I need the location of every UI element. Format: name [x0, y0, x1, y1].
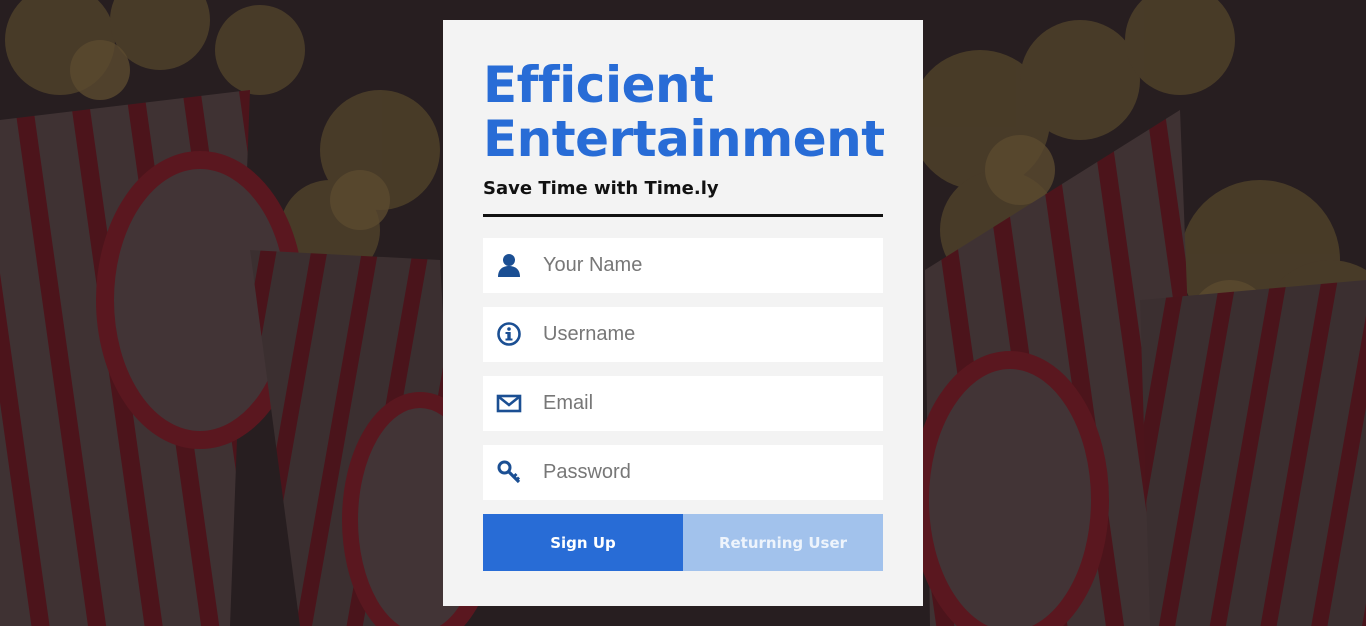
- info-icon: [496, 321, 522, 347]
- username-field[interactable]: [483, 307, 883, 362]
- key-icon: [496, 459, 522, 485]
- username-input[interactable]: [543, 307, 873, 362]
- signup-card: Efficient Entertainment Save Time with T…: [443, 20, 923, 606]
- email-input[interactable]: [543, 376, 873, 431]
- page-title: Efficient Entertainment: [483, 58, 903, 166]
- name-input[interactable]: [543, 238, 873, 293]
- password-field[interactable]: [483, 445, 883, 500]
- mail-icon: [496, 390, 522, 416]
- title-line-1: Efficient: [483, 56, 714, 114]
- tagline: Save Time with Time.ly: [483, 178, 719, 199]
- divider: [483, 214, 883, 217]
- returning-user-button[interactable]: Returning User: [683, 514, 883, 571]
- password-input[interactable]: [543, 445, 873, 500]
- user-icon: [496, 252, 522, 278]
- sign-up-button[interactable]: Sign Up: [483, 514, 683, 571]
- title-line-2: Entertainment: [483, 110, 885, 168]
- name-field[interactable]: [483, 238, 883, 293]
- email-field[interactable]: [483, 376, 883, 431]
